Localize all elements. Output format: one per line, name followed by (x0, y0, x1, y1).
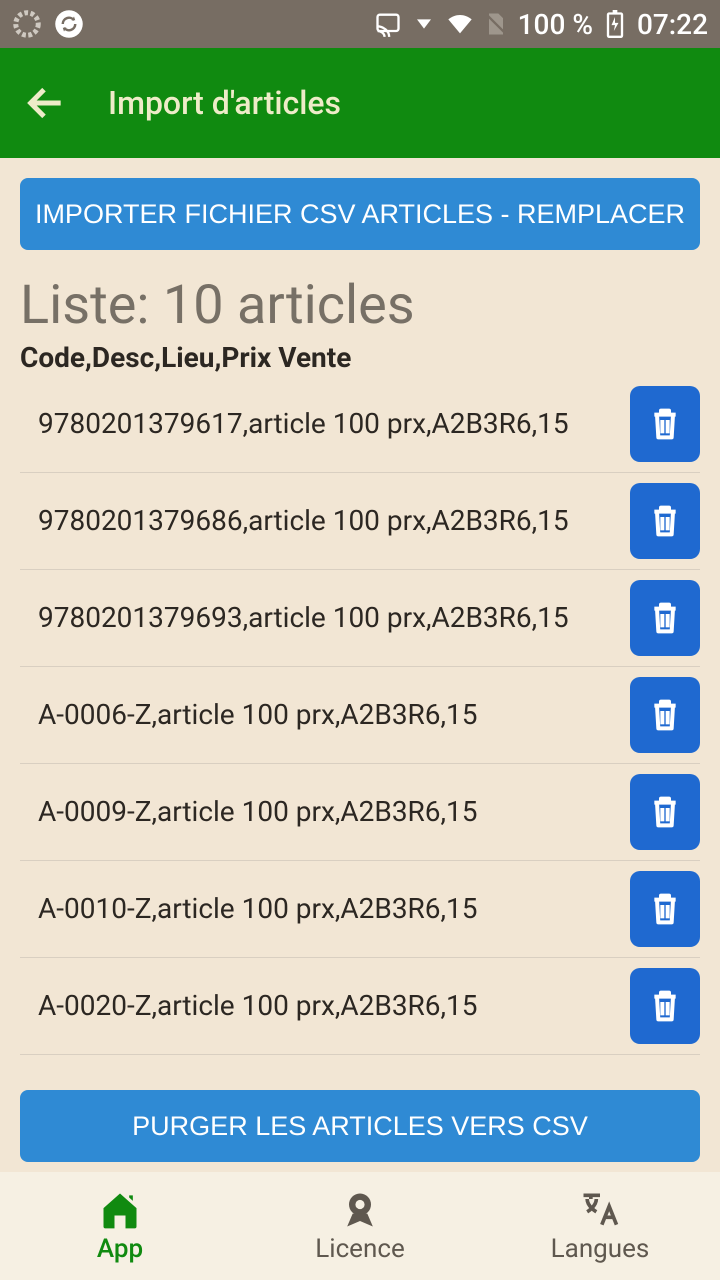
status-bar: 100 % 07:22 (0, 0, 720, 48)
list-item-text: 9780201379617,article 100 prx,A2B3R6,15 (38, 407, 614, 441)
wifi-icon (446, 10, 474, 38)
trash-icon (649, 986, 681, 1026)
no-sim-icon (482, 10, 510, 38)
award-icon (338, 1188, 382, 1232)
list-item: A-0010-Z,article 100 prx,A2B3R6,15 (20, 861, 700, 958)
main-content: IMPORTER FICHIER CSV ARTICLES - REMPLACE… (0, 158, 720, 1172)
article-list: 9780201379617,article 100 prx,A2B3R6,15 9… (20, 376, 700, 1076)
list-columns-header: Code,Desc,Lieu,Prix Vente (20, 341, 700, 374)
cast-icon (374, 10, 402, 38)
list-item: A-0009-Z,article 100 prx,A2B3R6,15 (20, 764, 700, 861)
arrow-left-icon (24, 83, 64, 123)
list-item: A-0020-Z,article 100 prx,A2B3R6,15 (20, 958, 700, 1055)
app-bar: Import d'articles (0, 48, 720, 158)
trash-icon (649, 792, 681, 832)
list-item-text: A-0009-Z,article 100 prx,A2B3R6,15 (38, 795, 614, 829)
list-item: A-0006-Z,article 100 prx,A2B3R6,15 (20, 667, 700, 764)
battery-percent: 100 % (518, 8, 593, 41)
bottom-nav: App Licence Langues (0, 1172, 720, 1280)
trash-icon (649, 404, 681, 444)
trash-icon (649, 695, 681, 735)
delete-button[interactable] (630, 871, 700, 947)
nav-licence[interactable]: Licence (240, 1172, 480, 1280)
battery-charging-icon (601, 10, 629, 38)
trash-icon (649, 889, 681, 929)
list-item-text: 9780201379693,article 100 prx,A2B3R6,15 (38, 601, 614, 635)
purge-csv-button[interactable]: PURGER LES ARTICLES VERS CSV (20, 1090, 700, 1162)
trash-icon (649, 598, 681, 638)
signal-down-icon (410, 10, 438, 38)
delete-button[interactable] (630, 483, 700, 559)
delete-button[interactable] (630, 386, 700, 462)
sync-icon (54, 9, 84, 39)
translate-icon (578, 1188, 622, 1232)
delete-button[interactable] (630, 968, 700, 1044)
delete-button[interactable] (630, 580, 700, 656)
list-item-text: 9780201379686,article 100 prx,A2B3R6,15 (38, 504, 614, 538)
import-csv-button[interactable]: IMPORTER FICHIER CSV ARTICLES - REMPLACE… (20, 178, 700, 250)
page-title: Import d'articles (108, 84, 341, 122)
trash-icon (649, 501, 681, 541)
list-item-text: A-0020-Z,article 100 prx,A2B3R6,15 (38, 989, 614, 1023)
list-item-text: A-0006-Z,article 100 prx,A2B3R6,15 (38, 698, 614, 732)
status-left (12, 9, 84, 39)
nav-licence-label: Licence (315, 1234, 404, 1264)
spinner-icon (12, 9, 42, 39)
list-title: Liste: 10 articles (20, 274, 700, 337)
status-right: 100 % 07:22 (374, 8, 708, 41)
nav-app[interactable]: App (0, 1172, 240, 1280)
list-item: 9780201379686,article 100 prx,A2B3R6,15 (20, 473, 700, 570)
delete-button[interactable] (630, 774, 700, 850)
list-item: 9780201379617,article 100 prx,A2B3R6,15 (20, 376, 700, 473)
home-icon (98, 1188, 142, 1232)
list-item: 9780201379693,article 100 prx,A2B3R6,15 (20, 570, 700, 667)
back-button[interactable] (16, 75, 72, 131)
nav-langues-label: Langues (551, 1234, 650, 1264)
delete-button[interactable] (630, 677, 700, 753)
list-item-text: A-0010-Z,article 100 prx,A2B3R6,15 (38, 892, 614, 926)
nav-langues[interactable]: Langues (480, 1172, 720, 1280)
nav-app-label: App (97, 1234, 143, 1264)
clock-time: 07:22 (637, 8, 708, 41)
